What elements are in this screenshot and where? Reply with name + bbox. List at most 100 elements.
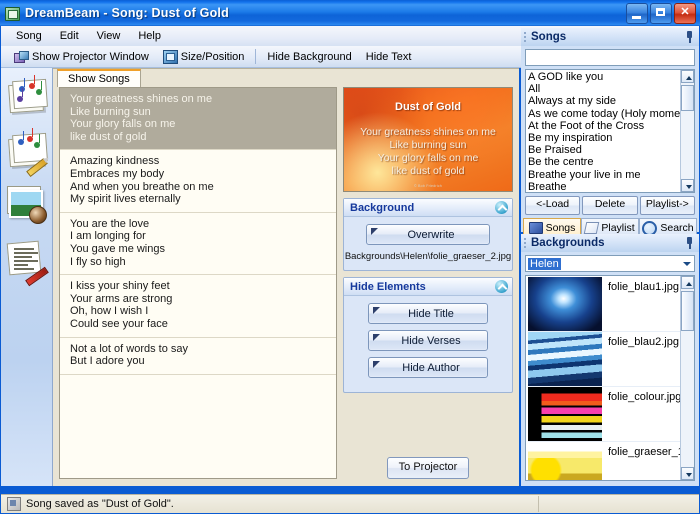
- toolbar-separator: [255, 49, 257, 64]
- verse-item[interactable]: Your greatness shines on me Like burning…: [60, 88, 336, 151]
- preview-body: Your greatness shines on me Like burning…: [360, 126, 496, 177]
- chevron-down-icon[interactable]: [680, 256, 694, 271]
- thumbnail-colour-stack: [528, 387, 602, 441]
- songs-dock-header: Songs: [521, 28, 699, 46]
- songs-listbox[interactable]: A GOD like you All Always at my side As …: [525, 69, 695, 193]
- size-position-button[interactable]: Size/Position: [156, 48, 252, 65]
- overwrite-button[interactable]: Overwrite: [366, 224, 490, 245]
- verse-item[interactable]: You are the love I am longing for You ga…: [60, 213, 336, 276]
- hide-elements-panel-title: Hide Elements: [350, 280, 426, 293]
- status-icon: [7, 497, 21, 511]
- backgrounds-scrollbar[interactable]: [680, 276, 694, 480]
- rail-item-songs[interactable]: [5, 75, 49, 120]
- load-button[interactable]: <-Load: [525, 196, 581, 215]
- grip-icon: [524, 32, 526, 43]
- list-item[interactable]: At the Foot of the Cross: [528, 120, 681, 132]
- menu-help[interactable]: Help: [129, 28, 170, 44]
- songs-scrollbar[interactable]: [680, 70, 694, 192]
- application-window: DreamBeam - Song: Dust of Gold ✕ Song Ed…: [0, 0, 700, 514]
- list-item[interactable]: Breathe your live in me: [528, 169, 681, 181]
- menu-song[interactable]: Song: [7, 28, 51, 44]
- background-folder-value: Helen: [528, 257, 561, 270]
- scroll-up-icon[interactable]: [681, 70, 694, 83]
- background-name: folie_colour.jpg: [608, 391, 681, 403]
- list-item[interactable]: folie_blau1.jpg: [528, 277, 681, 332]
- backgrounds-dock-header: Backgrounds: [521, 234, 699, 252]
- flag-icon: [373, 361, 380, 368]
- list-item[interactable]: Be my inspiration: [528, 132, 681, 144]
- lens-icon: [28, 206, 47, 224]
- preview-title: Dust of Gold: [395, 101, 461, 113]
- backgrounds-list-items: folie_blau1.jpg folie_blau2.jpg folie_co…: [526, 276, 681, 480]
- preview-and-panels: Dust of Gold Your greatness shines on me…: [343, 87, 513, 479]
- list-item[interactable]: folie_colour.jpg: [528, 387, 681, 442]
- preview-copyright: © Bob Friedrich: [413, 184, 443, 188]
- scrollbar-thumb[interactable]: [681, 85, 694, 111]
- chevron-up-icon[interactable]: [495, 280, 508, 293]
- rail-item-media[interactable]: [5, 184, 49, 228]
- hide-elements-panel-body: Hide Title Hide Verses Hide Author: [344, 296, 512, 392]
- list-item[interactable]: folie_graeser_1.jpg: [528, 442, 681, 480]
- to-projector-button[interactable]: To Projector: [387, 457, 469, 479]
- tab-playlist-label: Playlist: [601, 222, 635, 234]
- scroll-down-icon[interactable]: [681, 179, 694, 192]
- list-item[interactable]: As we come today (Holy moment): [528, 108, 681, 120]
- list-item[interactable]: Breathe: [528, 181, 681, 192]
- tab-show-songs[interactable]: Show Songs: [57, 69, 141, 87]
- hide-verses-label: Hide Verses: [401, 334, 461, 347]
- window-title: DreamBeam - Song: Dust of Gold: [25, 6, 229, 20]
- status-message: Song saved as "Dust of Gold".: [26, 498, 174, 510]
- list-item[interactable]: Be the centre: [528, 156, 681, 168]
- list-item[interactable]: All: [528, 83, 681, 95]
- list-item[interactable]: Always at my side: [528, 95, 681, 107]
- maximize-button[interactable]: [650, 2, 672, 24]
- show-projector-window-button[interactable]: Show Projector Window: [7, 49, 156, 65]
- tab-songs-label: Songs: [545, 222, 576, 234]
- rail-item-edit-song[interactable]: [5, 128, 49, 178]
- window-frame: DreamBeam - Song: Dust of Gold ✕ Song Ed…: [0, 0, 700, 514]
- thumbnail-blue-star: [528, 277, 602, 331]
- list-item[interactable]: A GOD like you: [528, 71, 681, 83]
- menu-view[interactable]: View: [88, 28, 130, 44]
- background-panel-body: Overwrite Backgrounds\Helen\folie_graese…: [344, 217, 512, 270]
- thumbnail-blue-waves: [528, 332, 602, 386]
- projector-preview[interactable]: Dust of Gold Your greatness shines on me…: [343, 87, 513, 192]
- show-projector-window-label: Show Projector Window: [32, 50, 149, 63]
- pin-icon[interactable]: [684, 237, 695, 249]
- scroll-up-icon[interactable]: [681, 276, 694, 289]
- playlist-add-button[interactable]: Playlist->: [639, 196, 695, 215]
- hide-text-button[interactable]: Hide Text: [359, 49, 419, 65]
- hide-background-button[interactable]: Hide Background: [260, 49, 358, 65]
- hide-author-button[interactable]: Hide Author: [368, 357, 488, 378]
- verse-item[interactable]: Not a lot of words to say But I adore yo…: [60, 338, 336, 375]
- work-area: Show Songs Your greatness shines on me L…: [53, 68, 519, 486]
- lyrics-list[interactable]: Your greatness shines on me Like burning…: [59, 87, 337, 479]
- verse-item[interactable]: Amazing kindness Embraces my body And wh…: [60, 150, 336, 213]
- chevron-up-icon[interactable]: [495, 201, 508, 214]
- flag-icon: [373, 334, 380, 341]
- menu-edit[interactable]: Edit: [51, 28, 88, 44]
- background-panel-header: Background: [344, 199, 512, 217]
- grip-icon: [524, 238, 526, 249]
- background-name: folie_graeser_1.jpg: [608, 446, 681, 458]
- hide-verses-button[interactable]: Hide Verses: [368, 330, 488, 351]
- book-icon: [528, 222, 543, 234]
- scroll-down-icon[interactable]: [681, 467, 694, 480]
- minimize-button[interactable]: [626, 2, 648, 24]
- background-name: folie_blau2.jpg: [608, 336, 679, 348]
- close-button[interactable]: ✕: [674, 2, 696, 24]
- hide-title-button[interactable]: Hide Title: [368, 303, 488, 324]
- verse-item[interactable]: I kiss your shiny feet Your arms are str…: [60, 275, 336, 338]
- delete-button[interactable]: Delete: [582, 196, 638, 215]
- thumbnail-grass-sunset: [528, 442, 602, 480]
- app-icon: [4, 6, 20, 21]
- pin-icon[interactable]: [684, 31, 695, 43]
- rail-item-text[interactable]: [5, 238, 49, 287]
- scrollbar-thumb[interactable]: [681, 291, 694, 331]
- list-item[interactable]: folie_blau2.jpg: [528, 332, 681, 387]
- backgrounds-listbox[interactable]: folie_blau1.jpg folie_blau2.jpg folie_co…: [525, 275, 695, 481]
- songs-search-input[interactable]: [525, 49, 695, 66]
- list-item[interactable]: Be Praised: [528, 144, 681, 156]
- tab-search-label: Search: [660, 222, 694, 234]
- background-folder-combo[interactable]: Helen: [525, 255, 695, 272]
